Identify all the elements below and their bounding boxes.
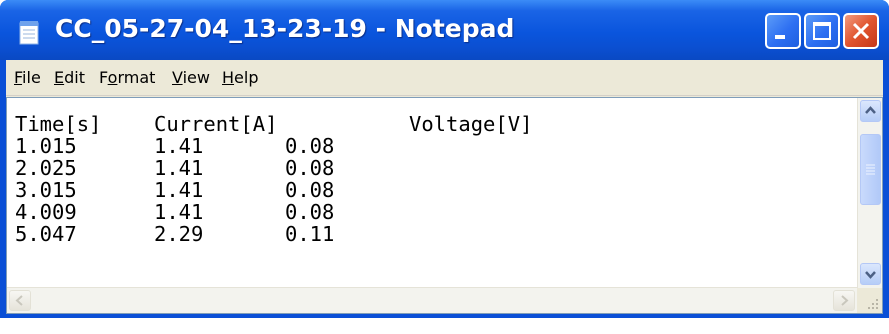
menu-format-accel: o xyxy=(107,68,118,87)
header-voltage: Voltage[V] xyxy=(409,112,533,136)
menu-edit-label: dit xyxy=(64,68,85,87)
vertical-scrollbar[interactable] xyxy=(857,98,882,288)
maximize-icon xyxy=(813,22,831,40)
data-row: 1.015 1.41 0.08 xyxy=(15,134,334,158)
menu-format-label-pre: F xyxy=(99,68,108,87)
cell-current: 1.41 xyxy=(154,178,204,202)
cell-time: 3.015 xyxy=(15,178,77,202)
menu-bar: File Edit Format View Help xyxy=(6,60,883,96)
header-current: Current[A] xyxy=(154,112,278,136)
minimize-button[interactable] xyxy=(765,13,801,49)
menu-view[interactable]: View xyxy=(172,68,210,87)
menu-help-label: elp xyxy=(234,68,259,87)
grip-icon xyxy=(866,164,875,175)
menu-view-accel: V xyxy=(172,68,183,87)
chevron-up-icon xyxy=(865,106,876,114)
cell-voltage: 0.11 xyxy=(285,222,335,246)
header-time: Time[s] xyxy=(15,112,102,136)
cell-current: 1.41 xyxy=(154,200,204,224)
cell-current: 2.29 xyxy=(154,222,204,246)
horizontal-scrollbar[interactable] xyxy=(7,287,857,313)
minimize-icon xyxy=(775,35,785,39)
cell-voltage: 0.08 xyxy=(285,200,335,224)
chevron-left-icon xyxy=(15,295,23,306)
cell-time: 5.047 xyxy=(15,222,77,246)
title-bar[interactable]: CC_05-27-04_13-23-19 - Notepad xyxy=(0,0,889,60)
header-line: Time[s] Current[A] Voltage[V] xyxy=(15,112,532,136)
resize-grip-icon xyxy=(868,299,878,309)
scroll-down-button[interactable] xyxy=(860,263,881,285)
close-button[interactable] xyxy=(843,13,879,49)
menu-file[interactable]: File xyxy=(14,68,41,87)
menu-help[interactable]: Help xyxy=(222,68,258,87)
cell-current: 1.41 xyxy=(154,134,204,158)
scroll-up-button[interactable] xyxy=(860,100,881,122)
notepad-window: CC_05-27-04_13-23-19 - Notepad File Edit… xyxy=(0,0,889,318)
menu-edit[interactable]: Edit xyxy=(54,68,85,87)
cell-time: 2.025 xyxy=(15,156,77,180)
size-grip[interactable] xyxy=(857,288,882,313)
menu-format[interactable]: Format xyxy=(99,68,155,87)
menu-format-label: rmat xyxy=(117,68,156,87)
cell-voltage: 0.08 xyxy=(285,156,335,180)
cell-time: 4.009 xyxy=(15,200,77,224)
document-text[interactable]: Time[s] Current[A] Voltage[V] 1.015 1.41… xyxy=(15,112,532,246)
data-row: 2.025 1.41 0.08 xyxy=(15,156,334,180)
cell-voltage: 0.08 xyxy=(285,134,335,158)
menu-help-accel: H xyxy=(222,68,235,87)
cell-time: 1.015 xyxy=(15,134,77,158)
data-row: 4.009 1.41 0.08 xyxy=(15,200,334,224)
menu-file-label: ile xyxy=(22,68,41,87)
chevron-down-icon xyxy=(865,271,876,279)
window-title: CC_05-27-04_13-23-19 - Notepad xyxy=(55,14,515,43)
notepad-app-icon[interactable] xyxy=(18,20,42,46)
data-row: 5.047 2.29 0.11 xyxy=(15,222,334,246)
close-icon xyxy=(852,22,870,40)
menu-edit-accel: E xyxy=(54,68,65,87)
cell-current: 1.41 xyxy=(154,156,204,180)
scroll-left-button[interactable] xyxy=(9,290,31,311)
chevron-right-icon xyxy=(841,295,849,306)
text-editor[interactable]: Time[s] Current[A] Voltage[V] 1.015 1.41… xyxy=(6,97,883,314)
data-row: 3.015 1.41 0.08 xyxy=(15,178,334,202)
menu-file-accel: F xyxy=(14,68,23,87)
scroll-thumb[interactable] xyxy=(860,134,881,205)
client-area: File Edit Format View Help Time[s] Curre… xyxy=(6,60,883,314)
menu-view-label: iew xyxy=(182,68,210,87)
maximize-button[interactable] xyxy=(804,13,840,49)
scroll-right-button[interactable] xyxy=(833,290,855,311)
cell-voltage: 0.08 xyxy=(285,178,335,202)
